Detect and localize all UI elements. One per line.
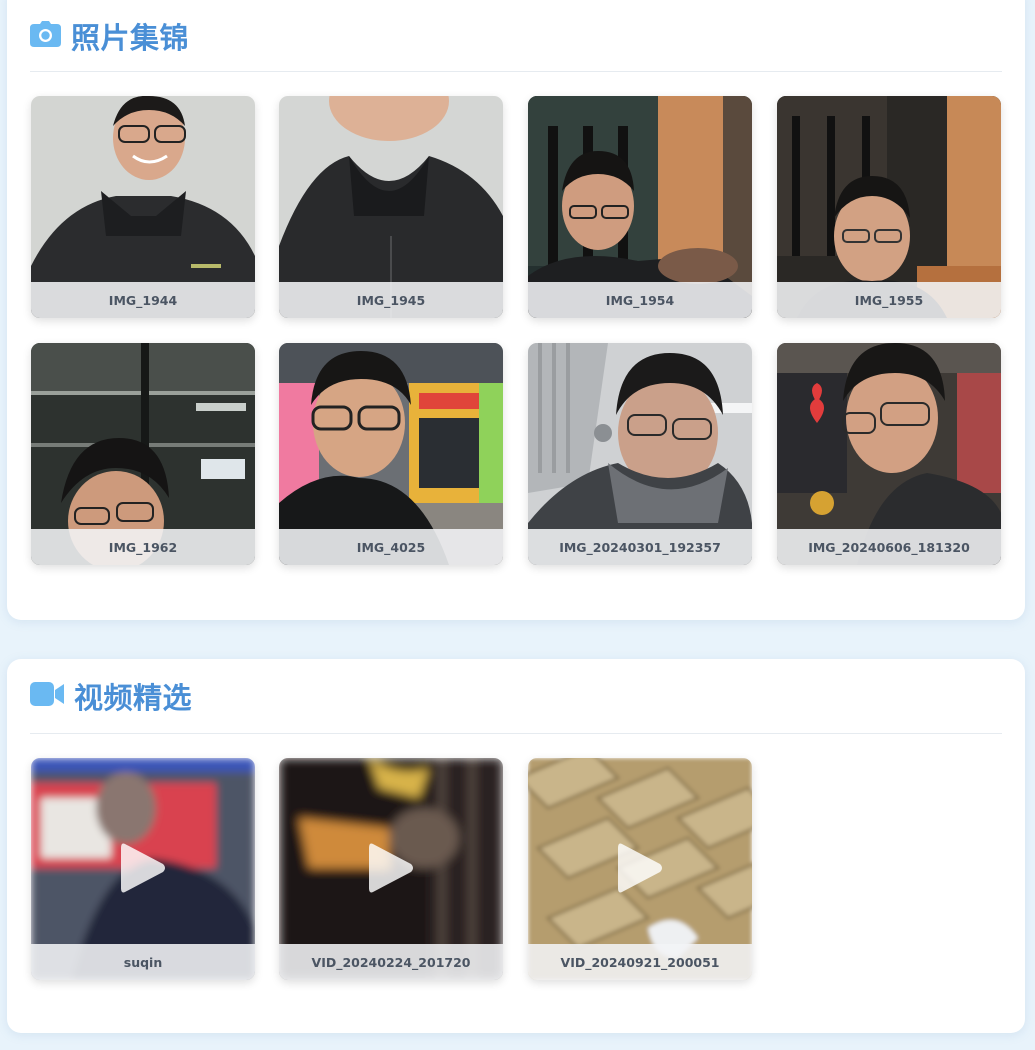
photo-caption: IMG_1954: [528, 282, 752, 318]
photo-card[interactable]: IMG_1944: [31, 96, 255, 318]
photo-caption: IMG_20240301_192357: [528, 529, 752, 565]
videos-section: 视频精选 suqin VID_20240224_201720 VID_20240…: [7, 659, 1025, 1033]
photo-card[interactable]: IMG_4025: [279, 343, 503, 565]
photo-card[interactable]: IMG_1945: [279, 96, 503, 318]
play-icon: [369, 843, 413, 893]
videos-section-header: 视频精选: [30, 659, 1002, 734]
photo-caption: IMG_20240606_181320: [777, 529, 1001, 565]
photo-caption: IMG_1944: [31, 282, 255, 318]
photos-section: 照片集锦 IMG_1944 IMG_1945 IMG_1954 IMG_1955…: [7, 0, 1025, 620]
video-caption: VID_20240921_200051: [528, 944, 752, 980]
photos-section-header: 照片集锦: [30, 0, 1002, 72]
video-card[interactable]: suqin: [31, 758, 255, 980]
video-card[interactable]: VID_20240921_200051: [528, 758, 752, 980]
photo-card[interactable]: IMG_20240301_192357: [528, 343, 752, 565]
photo-caption: IMG_4025: [279, 529, 503, 565]
photo-caption: IMG_1945: [279, 282, 503, 318]
photo-card[interactable]: IMG_1962: [31, 343, 255, 565]
photo-caption: IMG_1962: [31, 529, 255, 565]
camera-icon: [30, 20, 61, 51]
photo-card[interactable]: IMG_20240606_181320: [777, 343, 1001, 565]
photo-card[interactable]: IMG_1955: [777, 96, 1001, 318]
video-caption: VID_20240224_201720: [279, 944, 503, 980]
play-icon: [121, 843, 165, 893]
photo-card[interactable]: IMG_1954: [528, 96, 752, 318]
photo-caption: IMG_1955: [777, 282, 1001, 318]
photos-section-title: 照片集锦: [71, 20, 190, 55]
video-caption: suqin: [31, 944, 255, 980]
play-icon: [618, 843, 662, 893]
videos-section-title: 视频精选: [74, 681, 193, 715]
video-card[interactable]: VID_20240224_201720: [279, 758, 503, 980]
video-camera-icon: [30, 682, 64, 710]
